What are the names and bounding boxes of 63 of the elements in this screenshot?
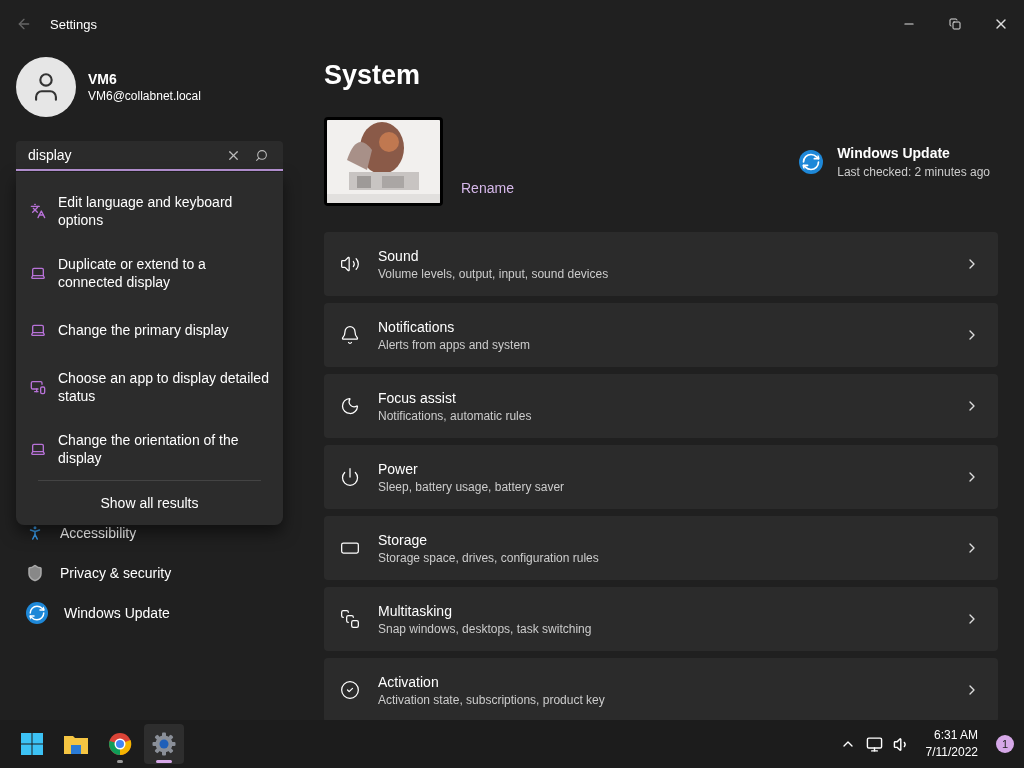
laptop-icon: [30, 441, 46, 457]
update-icon: [799, 150, 824, 174]
check-circle-icon: [340, 680, 360, 700]
settings-card[interactable]: Power Sleep, battery usage, battery saver: [324, 445, 998, 509]
card-title: Storage: [378, 531, 429, 548]
card-subtitle: Sleep, battery usage, battery saver: [378, 479, 566, 494]
user-name: VM6: [88, 71, 118, 87]
search-result[interactable]: Duplicate or extend to a connected display: [16, 242, 283, 304]
sidebar-item[interactable]: Windows Update: [16, 593, 284, 633]
search-result[interactable]: Change the orientation of the display: [16, 418, 283, 480]
settings-card[interactable]: Sound Volume levels, output, input, sound devices: [324, 232, 998, 296]
show-all-results-button[interactable]: Show all results: [100, 495, 199, 511]
search-result[interactable]: Edit language and keyboard options: [16, 180, 283, 242]
card-title: Multitasking: [378, 602, 453, 619]
card-title: Power: [378, 460, 419, 477]
page-title: System: [324, 60, 422, 90]
search-result[interactable]: Change the primary display: [16, 304, 283, 356]
rename-link[interactable]: Rename: [461, 180, 514, 196]
settings-card[interactable]: Focus assist Notifications, automatic rules: [324, 374, 998, 438]
settings-card[interactable]: Multitasking Snap windows, desktops, task switching: [324, 587, 998, 651]
search-icon: [254, 148, 268, 162]
notification-badge[interactable]: 1: [996, 735, 1014, 753]
moon-icon: [340, 396, 360, 416]
card-subtitle: Volume levels, output, input, sound devices: [378, 266, 610, 281]
window-title: Settings: [50, 16, 97, 32]
user-email: VM6@collabnet.local: [88, 89, 201, 103]
monitor-icon: [30, 379, 46, 395]
taskbar-app[interactable]: [144, 724, 184, 764]
settings-card[interactable]: Notifications Alerts from apps and system: [324, 303, 998, 367]
restore-icon: [949, 18, 961, 30]
gear-icon: [152, 732, 176, 756]
card-title: Notifications: [378, 318, 456, 335]
card-title: Sound: [378, 247, 420, 264]
power-icon: [340, 467, 360, 487]
avatar: [16, 57, 76, 117]
sidebar-item[interactable]: Accessibility: [16, 513, 284, 553]
settings-card[interactable]: Activation Activation state, subscriptions, product key: [324, 658, 998, 720]
windows-logo-icon: [20, 732, 44, 756]
search-box[interactable]: display: [16, 141, 283, 171]
update-status: Last checked: 2 minutes ago: [837, 165, 990, 179]
speaker-icon: [340, 254, 360, 274]
card-subtitle: Snap windows, desktops, task switching: [378, 621, 593, 636]
card-title: Focus assist: [378, 389, 457, 406]
laptop-icon: [30, 265, 46, 281]
card-title: Activation: [378, 673, 440, 690]
card-subtitle: Activation state, subscriptions, product key: [378, 692, 606, 707]
bell-icon: [340, 325, 360, 345]
back-icon[interactable]: [16, 16, 32, 32]
card-subtitle: Notifications, automatic rules: [378, 408, 533, 423]
update-icon: [26, 602, 48, 624]
chrome-icon: [108, 732, 132, 756]
card-subtitle: Alerts from apps and system: [378, 337, 532, 352]
folder-icon: [63, 733, 89, 755]
language-icon: [30, 203, 46, 219]
search-result[interactable]: Choose an app to display detailed status: [16, 356, 283, 418]
clock[interactable]: 6:31 AM 7/11/2022: [925, 727, 978, 761]
card-subtitle: Storage space, drives, configuration rules: [378, 550, 600, 565]
settings-card[interactable]: Storage Storage space, drives, configuration rules: [324, 516, 998, 580]
search-field[interactable]: display: [26, 146, 219, 164]
shield-icon: [26, 564, 44, 582]
update-title: Windows Update: [837, 145, 951, 161]
laptop-icon: [30, 322, 46, 338]
sidebar-item[interactable]: Privacy & security: [16, 553, 284, 593]
